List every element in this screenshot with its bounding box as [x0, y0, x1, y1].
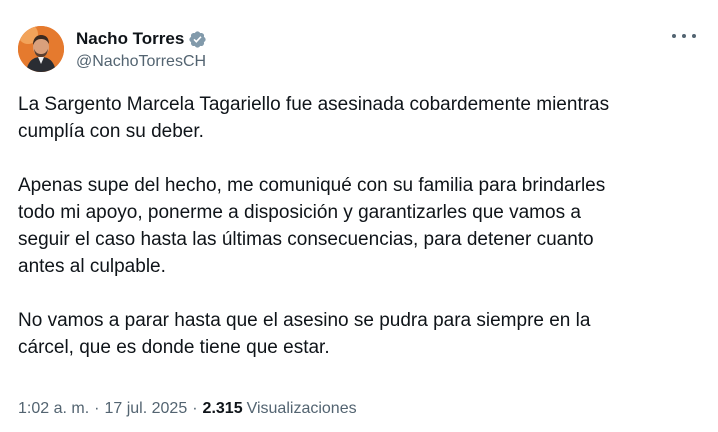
tweet-card: Nacho Torres @NachoTorresCH La Sargento … [0, 0, 718, 432]
avatar[interactable] [18, 26, 64, 72]
meta-separator: · [94, 400, 100, 417]
more-dots-icon[interactable] [672, 28, 696, 44]
author-names: Nacho Torres @NachoTorresCH [76, 28, 207, 71]
tweet-meta: 1:02 a. m. · 17 jul. 2025 · 2.315 Visual… [18, 400, 357, 418]
dot [682, 34, 686, 38]
tweet-text: La Sargento Marcela Tagariello fue asesi… [18, 91, 698, 388]
dot [672, 34, 676, 38]
tweet-header: Nacho Torres @NachoTorresCH [18, 26, 207, 72]
display-name-row: Nacho Torres [76, 28, 207, 50]
tweet-date[interactable]: 17 jul. 2025 [104, 400, 187, 418]
tweet-time[interactable]: 1:02 a. m. [18, 400, 89, 418]
verified-badge-icon[interactable] [188, 30, 207, 49]
views-count[interactable]: 2.315 [203, 400, 243, 418]
tweet-paragraph-1: La Sargento Marcela Tagariello fue asesi… [18, 94, 610, 142]
tweet-paragraph-3: No vamos a parar hasta que el asesino se… [18, 310, 591, 358]
author-display-name[interactable]: Nacho Torres [76, 29, 184, 49]
dot [692, 34, 696, 38]
views-label: Visualizaciones [246, 400, 357, 417]
meta-separator: · [192, 400, 198, 417]
author-handle[interactable]: @NachoTorresCH [76, 53, 207, 71]
tweet-paragraph-2: Apenas supe del hecho, me comuniqué con … [18, 175, 606, 277]
